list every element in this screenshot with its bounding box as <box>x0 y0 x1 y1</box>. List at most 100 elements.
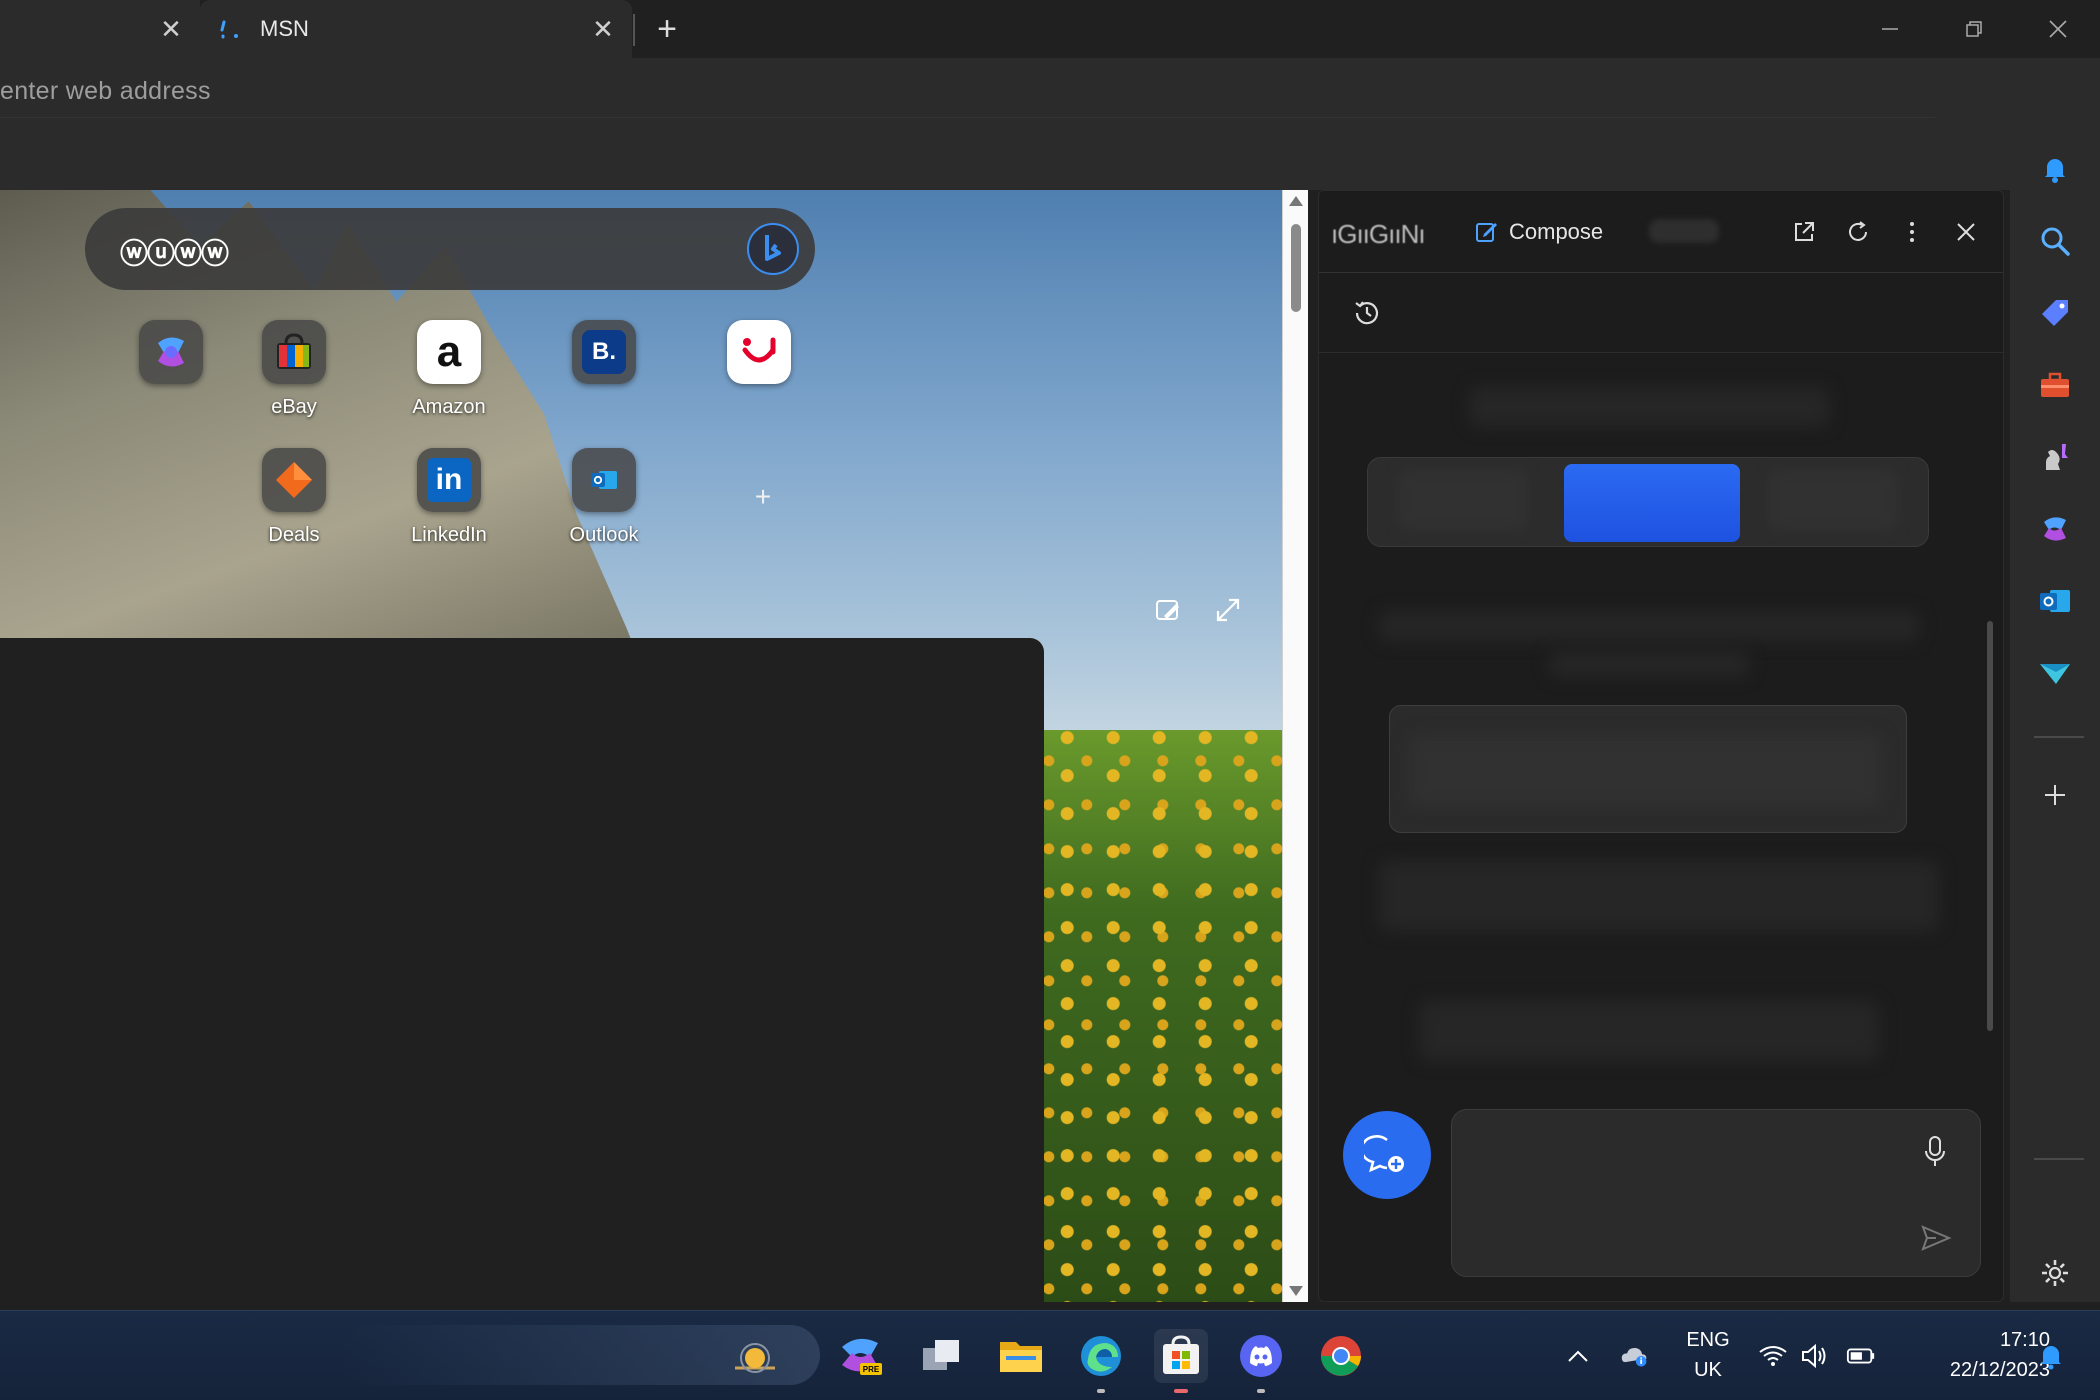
address-bar[interactable]: enter web address <box>0 66 1935 118</box>
close-tab-icon[interactable]: ✕ <box>156 14 186 44</box>
expand-button[interactable] <box>1208 590 1248 630</box>
shortcut-linkedin[interactable]: in LinkedIn <box>390 448 510 568</box>
taskbar-store[interactable] <box>1154 1329 1208 1393</box>
store-icon <box>1163 1335 1199 1374</box>
new-tab-button[interactable]: + <box>648 10 686 48</box>
sidebar-shopping[interactable] <box>2032 290 2078 336</box>
sidebar-add-button[interactable] <box>2032 772 2078 818</box>
close-window-button[interactable] <box>2028 8 2088 50</box>
language-indicator[interactable]: ENG <box>1680 1329 1736 1352</box>
tab-msn[interactable]: MSN ✕ <box>200 0 632 58</box>
volume-tray[interactable] <box>1800 1341 1830 1371</box>
restore-button[interactable] <box>1944 8 2004 50</box>
voice-input-button[interactable] <box>1918 1132 1952 1172</box>
sidebar-games[interactable] <box>2032 434 2078 480</box>
taskbar-chrome[interactable] <box>1314 1329 1368 1383</box>
taskbar-widgets[interactable] <box>728 1329 782 1383</box>
shortcut-amazon[interactable]: a Amazon <box>390 320 510 440</box>
sidebar-tools[interactable] <box>2032 362 2078 408</box>
web-search-box[interactable]: ⓦⓤⓦⓦ <box>85 208 815 290</box>
minimize-button[interactable] <box>1860 8 1920 50</box>
style-option-precise[interactable] <box>1768 470 1898 530</box>
minimize-icon <box>1882 28 1898 30</box>
close-tab-icon[interactable]: ✕ <box>588 14 618 44</box>
taskbar-copilot-pre[interactable]: PRE <box>834 1329 888 1383</box>
ebay-bag-icon <box>262 320 326 384</box>
tab-previous[interactable]: ✕ <box>0 0 200 58</box>
sidebar-search[interactable] <box>2032 218 2078 264</box>
wifi-tray[interactable] <box>1758 1341 1788 1371</box>
style-option-creative[interactable] <box>1398 470 1528 530</box>
copilot-panel: ıGııGııNı Compose <box>1318 190 2004 1302</box>
greeting-text-blurred <box>1469 387 1829 427</box>
copilot-scrollbar[interactable] <box>1987 621 1993 1031</box>
scroll-up-arrow[interactable] <box>1289 196 1303 206</box>
style-option-balanced[interactable] <box>1564 464 1740 542</box>
microphone-icon <box>1925 1136 1945 1166</box>
more-options-button[interactable] <box>1895 215 1929 249</box>
copilot-header: ıGııGııNı Compose <box>1319 191 2003 273</box>
shortcut-copilot[interactable] <box>112 320 232 440</box>
scroll-down-arrow[interactable] <box>1289 1286 1303 1296</box>
onedrive-tray[interactable] <box>1620 1341 1650 1371</box>
close-icon <box>1957 223 1975 241</box>
outlook-icon <box>2040 590 2070 612</box>
taskbar-edge[interactable] <box>1074 1329 1128 1393</box>
footer-text-blurred <box>1419 1001 1879 1061</box>
bing-chat-button[interactable] <box>745 221 801 277</box>
chat-input-field[interactable] <box>1472 1130 1892 1170</box>
shortcut-deals[interactable]: Deals <box>235 448 355 568</box>
refresh-button[interactable] <box>1841 215 1875 249</box>
tab-strip: ✕ MSN ✕ + <box>0 0 2100 58</box>
close-panel-button[interactable] <box>1949 215 1983 249</box>
tab-title: MSN <box>260 16 309 41</box>
discord-icon <box>1240 1335 1282 1377</box>
battery-tray[interactable] <box>1846 1341 1876 1371</box>
scroll-thumb[interactable] <box>1291 224 1301 312</box>
page-scrollbar[interactable] <box>1282 190 1308 1302</box>
shortcut-label: eBay <box>271 396 317 418</box>
running-indicator <box>1257 1389 1265 1393</box>
compose-tab[interactable]: Compose <box>1475 215 1603 249</box>
taskbar-discord[interactable] <box>1234 1329 1288 1393</box>
image-edit-icon <box>1156 600 1179 620</box>
shortcut-label: LinkedIn <box>411 524 487 546</box>
region-indicator[interactable]: UK <box>1680 1359 1736 1382</box>
new-topic-button[interactable] <box>1343 1111 1431 1199</box>
notification-center-button[interactable] <box>2036 1341 2066 1371</box>
sidebar-copilot[interactable] <box>2032 506 2078 552</box>
sidebar-separator <box>2034 1158 2084 1160</box>
chat-input-box[interactable] <box>1451 1109 1981 1277</box>
new-chat-icon <box>1364 1135 1404 1173</box>
bell-icon <box>2041 1346 2061 1370</box>
suggestion-card[interactable] <box>1389 705 1907 833</box>
add-shortcut-button[interactable]: + <box>748 482 778 512</box>
taskbar-task-view[interactable] <box>914 1329 968 1383</box>
shortcut-booking[interactable]: B. <box>545 320 665 440</box>
history-icon <box>1355 301 1379 325</box>
sidebar-outlook[interactable] <box>2032 578 2078 624</box>
edit-background-button[interactable] <box>1148 590 1188 630</box>
history-button[interactable] <box>1349 295 1385 331</box>
folder-icon <box>1000 1342 1042 1372</box>
insights-tab[interactable] <box>1649 219 1719 243</box>
shortcut-tui[interactable] <box>700 320 820 440</box>
suggestion-content-blurred <box>1410 736 1880 806</box>
show-hidden-icons-button[interactable] <box>1563 1341 1593 1371</box>
tui-icon <box>727 320 791 384</box>
booking-letter: B. <box>582 330 626 374</box>
clock-date[interactable]: 22/12/2023 <box>1880 1359 2050 1382</box>
sidebar-settings[interactable] <box>2032 1250 2078 1296</box>
shortcut-ebay[interactable]: eBay <box>235 320 355 440</box>
sidebar-notifications[interactable] <box>2032 146 2078 192</box>
clock-time[interactable]: 17:10 <box>1940 1329 2050 1352</box>
tab-divider <box>633 14 635 46</box>
taskbar-file-explorer[interactable] <box>994 1329 1048 1383</box>
send-button[interactable] <box>1918 1222 1954 1254</box>
open-in-new-tab-button[interactable] <box>1787 215 1821 249</box>
search-brand-logo: ⓦⓤⓦⓦ <box>120 238 229 269</box>
sidebar-drop[interactable] <box>2032 650 2078 696</box>
shortcut-outlook[interactable]: Outlook <box>545 448 665 568</box>
copilot-tab-chat[interactable]: ıGııGııNı <box>1331 219 1426 250</box>
conversation-style-selector <box>1367 457 1929 547</box>
